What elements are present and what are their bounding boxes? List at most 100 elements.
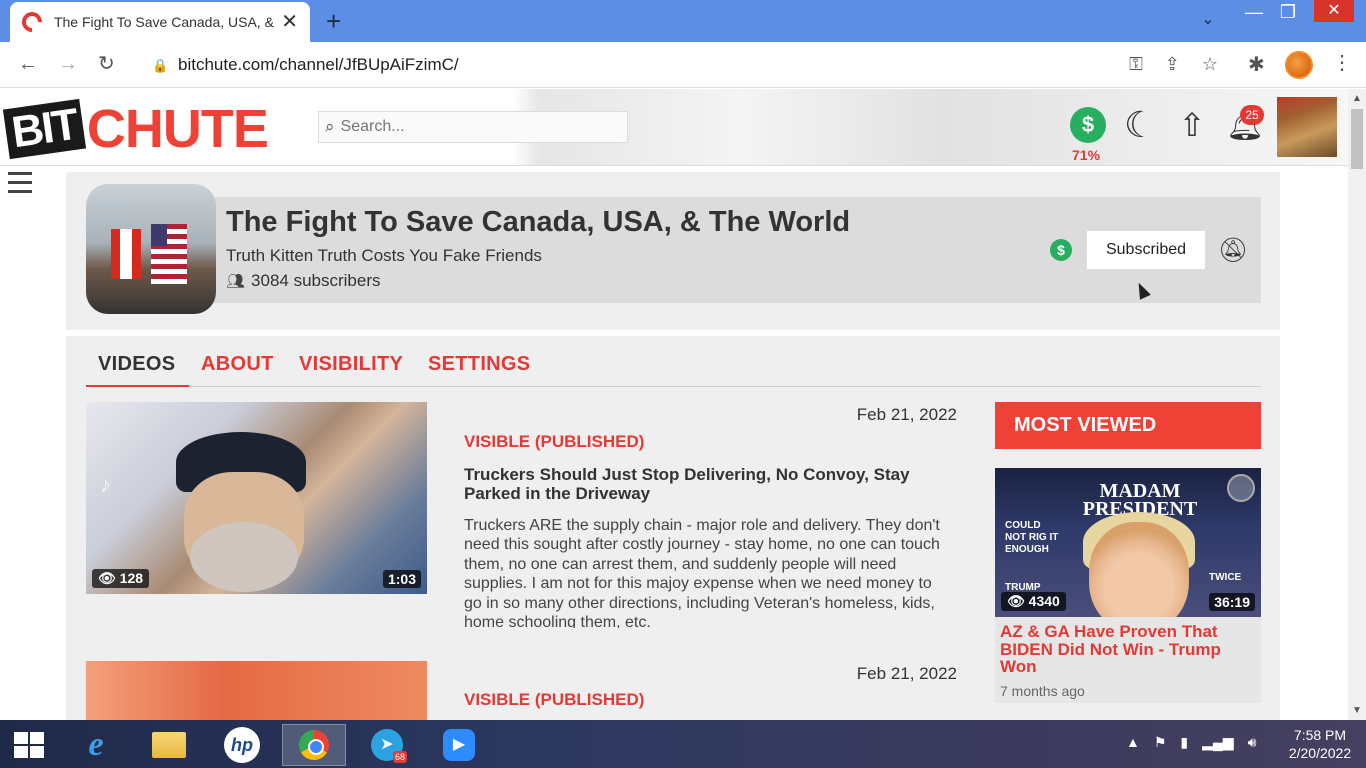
- user-avatar[interactable]: [1277, 97, 1337, 157]
- logo-chute-text: CHUTE: [86, 99, 269, 159]
- chrome-icon[interactable]: [282, 724, 346, 766]
- wallet-dollar-icon[interactable]: $: [1070, 107, 1106, 143]
- lock-icon[interactable]: 🔒: [152, 58, 168, 73]
- volume-icon[interactable]: 🔊︎: [1248, 734, 1257, 751]
- usa-flag-image: [151, 224, 187, 284]
- scroll-down-arrow-icon[interactable]: ▼: [1352, 705, 1362, 716]
- video-description: Truckers ARE the supply chain - major ro…: [464, 517, 940, 628]
- bitchute-favicon-icon: [17, 7, 47, 37]
- page-scrollbar[interactable]: ▲ ▼: [1348, 89, 1366, 720]
- most-viewed-age: 7 months ago: [1000, 683, 1085, 699]
- tray-expand-icon[interactable]: ▲: [1126, 734, 1140, 751]
- file-explorer-icon[interactable]: [137, 724, 201, 766]
- browser-toolbar: ← → ↻ 🔒 bitchute.com/channel/JfBUpAiFzim…: [0, 42, 1366, 88]
- search-box: ⌕: [318, 111, 628, 143]
- system-tray: ▲ ⚑ ▮ ▂▄▆ 🔊︎: [1126, 734, 1256, 751]
- tab-settings[interactable]: SETTINGS: [428, 353, 530, 376]
- clock-time: 7:58 PM: [1293, 727, 1347, 743]
- zoom-icon[interactable]: ▶: [427, 724, 491, 766]
- video-duration: 36:19: [1209, 593, 1255, 611]
- thumbnail-caption: COULD NOT RIG IT ENOUGH: [1005, 520, 1059, 555]
- dark-mode-moon-icon[interactable]: ☾: [1124, 105, 1156, 145]
- window-restore-button[interactable]: ❐: [1278, 0, 1298, 24]
- search-input[interactable]: [340, 118, 601, 136]
- upload-icon[interactable]: ⇧: [1174, 107, 1210, 143]
- video-views: 👁 4340: [1001, 592, 1066, 611]
- forward-arrow-icon[interactable]: →: [58, 52, 78, 76]
- profile-avatar[interactable]: [1285, 51, 1313, 79]
- windows-taskbar: e hp ➤ 68 ▶ ▲ ⚑ ▮ ▂▄▆ 🔊︎ 7:58 PM 2/20/202…: [0, 720, 1366, 768]
- hp-icon[interactable]: hp: [210, 724, 274, 766]
- watch-later-clock-icon[interactable]: [1227, 474, 1255, 502]
- tabs-divider: [86, 386, 1261, 387]
- address-bar-actions: ⚿ ⇪ ☆: [1129, 54, 1218, 75]
- tiktok-watermark-icon: ♪: [100, 472, 111, 497]
- video-thumbnail[interactable]: [86, 661, 427, 720]
- browser-tab-bar: The Fight To Save Canada, USA, & The Wor…: [0, 0, 1366, 42]
- channel-avatar[interactable]: [86, 184, 216, 314]
- logo-bit-text: BIT: [2, 98, 86, 160]
- tab-title: The Fight To Save Canada, USA, & The Wor…: [53, 14, 275, 30]
- search-icon[interactable]: ⌕: [325, 117, 335, 137]
- tab-videos[interactable]: VIDEOS: [98, 353, 175, 376]
- hamburger-menu-icon[interactable]: [8, 172, 32, 199]
- network-flag-icon[interactable]: ⚑: [1154, 734, 1167, 751]
- notification-count-badge: 25: [1240, 105, 1264, 125]
- thumbnail-figure: [1089, 522, 1189, 617]
- scroll-thumb[interactable]: [1351, 109, 1363, 169]
- internet-explorer-icon[interactable]: e: [64, 724, 128, 766]
- address-bar[interactable]: 🔒 bitchute.com/channel/JfBUpAiFzimC/ ⚿ ⇪…: [138, 48, 1238, 82]
- most-viewed-title[interactable]: AZ & GA Have Proven That BIDEN Did Not W…: [1000, 623, 1250, 676]
- video-status: VISIBLE (PUBLISHED): [464, 690, 645, 709]
- share-icon[interactable]: ⇪: [1165, 54, 1180, 75]
- back-arrow-icon[interactable]: ←: [18, 52, 38, 76]
- taskbar-clock[interactable]: 7:58 PM 2/20/2022: [1280, 726, 1360, 762]
- active-tab-underline: [86, 385, 189, 387]
- most-viewed-card[interactable]: MADAM PRESIDENT COULD NOT RIG IT ENOUGH …: [995, 468, 1261, 703]
- video-status: VISIBLE (PUBLISHED): [464, 432, 645, 451]
- tab-search-chevron-icon[interactable]: ⌄: [1196, 8, 1220, 32]
- new-tab-button[interactable]: +: [326, 8, 341, 34]
- notifications-off-bell-icon[interactable]: 🔕︎: [1218, 236, 1248, 265]
- reload-icon[interactable]: ↻: [98, 52, 115, 76]
- video-views: 👁 128: [92, 569, 150, 588]
- video-duration: 1:03: [382, 570, 421, 588]
- most-viewed-thumbnail[interactable]: MADAM PRESIDENT COULD NOT RIG IT ENOUGH …: [995, 468, 1261, 617]
- site-header: BIT CHUTE ⌕ $ 71% ☾ ⇧ 🔔︎ 25: [0, 89, 1348, 166]
- browser-tab[interactable]: The Fight To Save Canada, USA, & The Wor…: [10, 2, 310, 42]
- window-close-button[interactable]: ✕: [1314, 0, 1354, 22]
- tab-visibility[interactable]: VISIBILITY: [299, 353, 403, 376]
- thumbnail-figure: [190, 522, 298, 592]
- subscriber-count: 👥︎ 3084 subscribers: [226, 271, 381, 291]
- video-date: Feb 21, 2022: [856, 405, 957, 424]
- telegram-badge: 68: [393, 751, 408, 763]
- browser-menu-icon[interactable]: ⋮: [1332, 50, 1352, 75]
- wallet-percent: 71%: [1072, 147, 1101, 163]
- clock-date: 2/20/2022: [1288, 745, 1352, 761]
- tab-about[interactable]: ABOUT: [201, 353, 274, 376]
- channel-title: The Fight To Save Canada, USA, & The Wor…: [226, 206, 851, 238]
- users-icon: 👥︎: [226, 273, 246, 290]
- video-date: Feb 21, 2022: [856, 664, 957, 683]
- url-text[interactable]: bitchute.com/channel/JfBUpAiFzimC/: [178, 55, 459, 75]
- window-minimize-button[interactable]: —: [1240, 0, 1268, 24]
- scroll-up-arrow-icon[interactable]: ▲: [1352, 93, 1362, 104]
- signal-icon[interactable]: ▂▄▆: [1202, 734, 1233, 751]
- telegram-icon[interactable]: ➤ 68: [355, 724, 419, 766]
- battery-icon[interactable]: ▮: [1180, 734, 1188, 751]
- bookmark-star-icon[interactable]: ☆: [1202, 54, 1218, 75]
- video-title[interactable]: Truckers Should Just Stop Delivering, No…: [464, 465, 944, 503]
- most-viewed-header: MOST VIEWED: [995, 402, 1261, 449]
- thumbnail-caption: TWICE: [1209, 572, 1242, 583]
- video-thumbnail[interactable]: ♪ 👁 128 1:03: [86, 402, 427, 594]
- windows-start-icon[interactable]: [14, 732, 46, 760]
- tab-close-icon[interactable]: ✕: [281, 12, 298, 32]
- subscriber-count-text: 3084 subscribers: [251, 271, 381, 290]
- channel-tagline: Truth Kitten Truth Costs You Fake Friend…: [226, 246, 542, 265]
- canada-flag-image: [111, 229, 141, 279]
- extensions-puzzle-icon[interactable]: ✱: [1248, 52, 1265, 77]
- bitchute-logo[interactable]: BIT CHUTE: [2, 98, 269, 160]
- channel-tip-dollar-icon[interactable]: $: [1050, 239, 1072, 261]
- key-icon[interactable]: ⚿: [1129, 54, 1143, 75]
- subscribe-button[interactable]: Subscribed: [1086, 230, 1206, 270]
